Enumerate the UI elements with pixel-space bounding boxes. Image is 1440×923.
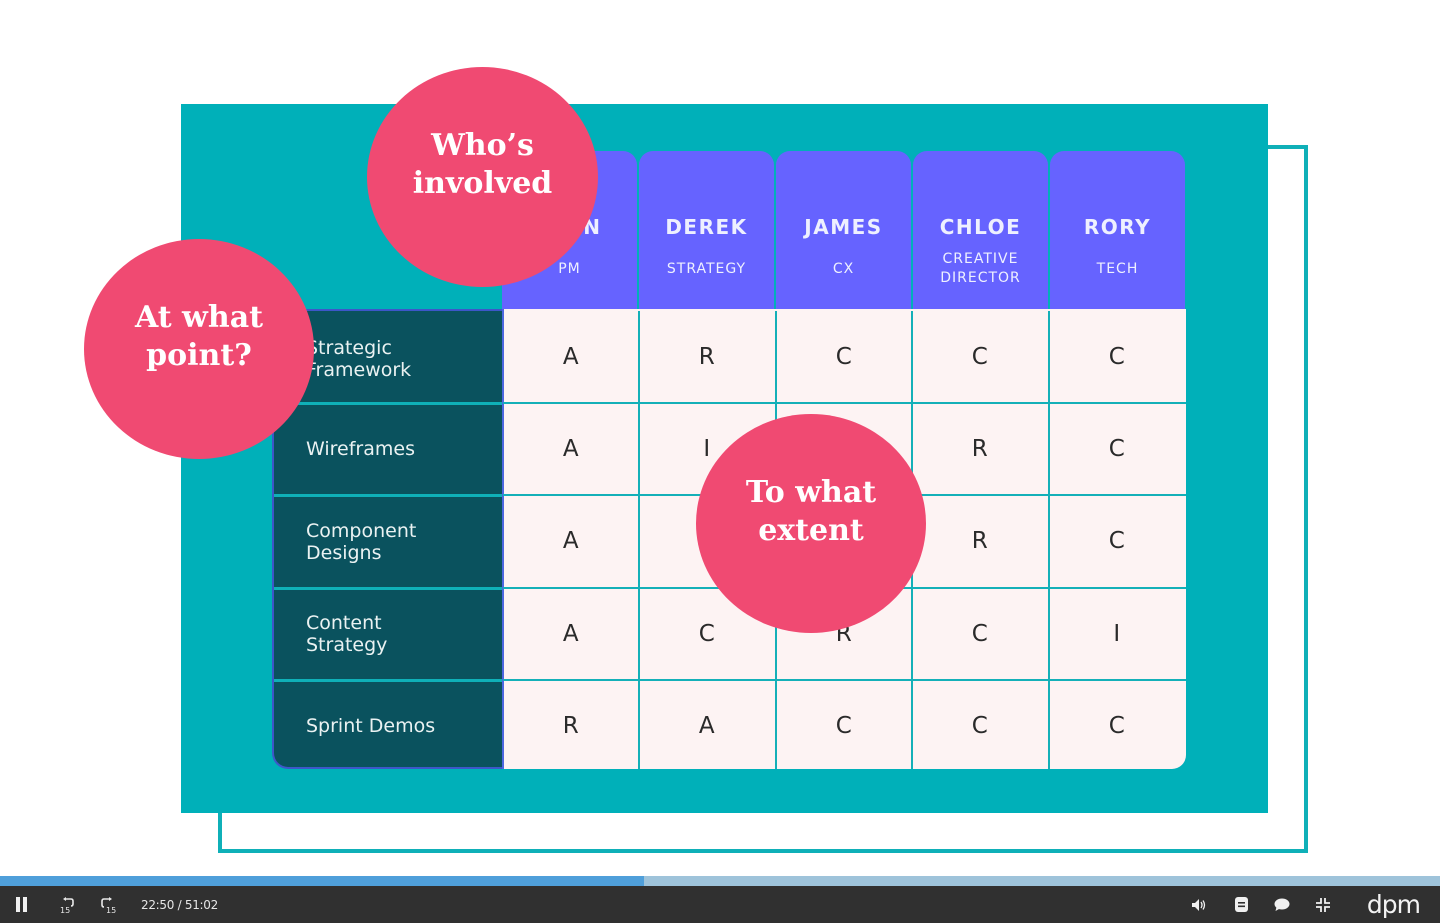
volume-button[interactable]	[1188, 886, 1210, 923]
video-slide: JOHN PM DEREK STRATEGY JAMES CX CHLOE CR…	[0, 0, 1440, 876]
player-controls: 15 15 22:50 / 51:02 dpm	[0, 886, 1440, 923]
column-header-derek: DEREK STRATEGY	[639, 151, 774, 311]
exit-fullscreen-button[interactable]	[1312, 886, 1334, 923]
transcript-icon	[1234, 897, 1248, 912]
bubble-text: Who’s involved	[412, 128, 553, 201]
bubble-whos-involved: Who’s involved	[367, 67, 598, 287]
rewind-seconds: 15	[60, 906, 70, 915]
bubble-at-what-point: At what point?	[84, 239, 314, 459]
column-header-chloe: CHLOE CREATIVE DIRECTOR	[913, 151, 1048, 311]
forward-seconds: 15	[106, 906, 116, 915]
raci-cell: A	[562, 344, 580, 370]
column-role: CREATIVE DIRECTOR	[940, 251, 1021, 286]
exit-fullscreen-icon	[1316, 897, 1330, 912]
row-label-wireframes: Wireframes	[272, 403, 501, 495]
raci-cell: A	[562, 436, 580, 462]
pause-button[interactable]	[10, 886, 34, 923]
row-label-text: Sprint Demos	[306, 715, 436, 737]
row-label-component-designs: Component Designs	[272, 496, 501, 588]
raci-cell: R	[971, 436, 989, 462]
column-header-rory: RORY TECH	[1050, 151, 1185, 311]
bubble-to-what-extent: To what extent	[696, 414, 926, 633]
column-role: STRATEGY	[666, 261, 747, 277]
transcript-button[interactable]	[1230, 886, 1252, 923]
column-name: CHLOE	[939, 215, 1022, 239]
row-label-text: Content Strategy	[306, 612, 388, 656]
chat-icon	[1274, 898, 1290, 911]
bubble-text: To what extent	[745, 474, 877, 548]
raci-cell: C	[971, 621, 989, 647]
raci-cell: C	[835, 344, 853, 370]
forward-15-icon: 15	[101, 896, 116, 915]
raci-cell: R	[971, 528, 989, 554]
forward-15-button[interactable]: 15	[96, 886, 120, 923]
raci-cell: C	[1108, 436, 1126, 462]
row-label-text: Component Designs	[306, 520, 417, 564]
raci-cell: A	[562, 528, 580, 554]
row-label-text: Wireframes	[306, 438, 415, 460]
raci-cell: R	[562, 713, 580, 739]
raci-cell: A	[698, 713, 716, 739]
row-label-content-strategy: Content Strategy	[272, 588, 501, 680]
raci-cell: A	[562, 621, 580, 647]
pause-icon	[16, 897, 27, 912]
raci-cell: C	[835, 713, 853, 739]
column-name: DEREK	[665, 215, 748, 239]
column-header-james: JAMES CX	[776, 151, 911, 311]
column-name: RORY	[1083, 215, 1152, 239]
rewind-15-icon: 15	[60, 896, 74, 915]
row-label-sprint-demos: Sprint Demos	[272, 680, 501, 772]
time-display: 22:50 / 51:02	[141, 897, 218, 912]
seek-bar-progress	[0, 876, 644, 886]
rewind-15-button[interactable]: 15	[55, 886, 79, 923]
column-name: JAMES	[804, 215, 883, 239]
chat-button[interactable]	[1271, 886, 1293, 923]
column-role: CX	[832, 261, 855, 277]
column-role: TECH	[1096, 261, 1139, 277]
raci-cell: C	[1108, 528, 1126, 554]
dpm-logo[interactable]: dpm	[1367, 886, 1421, 923]
bubble-text: At what point?	[135, 300, 263, 373]
volume-icon	[1192, 898, 1206, 911]
raci-cell: C	[1108, 713, 1126, 739]
raci-cell: I	[1113, 621, 1121, 647]
seek-bar[interactable]	[0, 876, 1440, 886]
row-label-text: Strategic Framework	[306, 337, 412, 381]
raci-cell: C	[1108, 344, 1126, 370]
raci-cell: C	[971, 713, 989, 739]
raci-cell: C	[971, 344, 989, 370]
raci-cell: R	[698, 344, 716, 370]
